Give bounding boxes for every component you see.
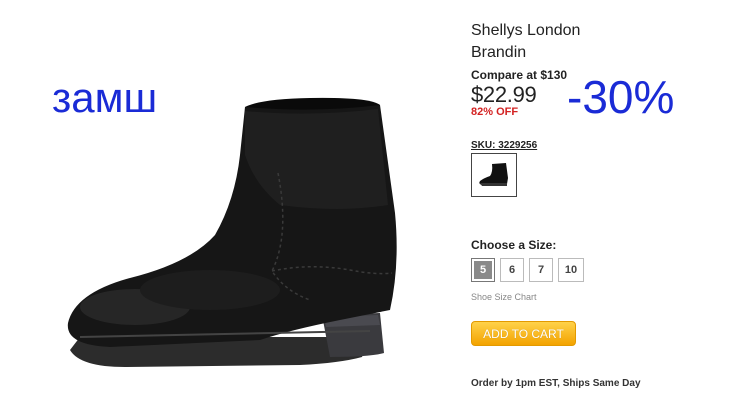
product-title: Shellys London Brandin — [471, 20, 641, 64]
discount-overlay-label: -30% — [567, 71, 675, 123]
size-heading: Choose a Size: — [471, 238, 557, 252]
product-image — [40, 95, 440, 395]
size-chart-link[interactable]: Shoe Size Chart — [471, 292, 537, 302]
product-model: Brandin — [471, 44, 527, 61]
size-option-10[interactable]: 10 — [558, 258, 584, 282]
percent-off-badge: 82% OFF — [471, 106, 519, 118]
size-option-5[interactable]: 5 — [471, 258, 495, 282]
boot-illustration — [67, 97, 397, 367]
sku-label: SKU: 3229256 — [471, 140, 538, 151]
size-option-7[interactable]: 7 — [529, 258, 553, 282]
compare-price: Compare at $130 — [471, 68, 568, 82]
size-option-6[interactable]: 6 — [500, 258, 524, 282]
add-to-cart-button[interactable]: ADD TO CART — [471, 321, 576, 346]
product-brand: Shellys London — [471, 22, 581, 39]
sale-price: $22.99 — [471, 82, 537, 107]
color-swatch[interactable] — [471, 153, 517, 197]
boot-thumbnail-icon — [479, 163, 508, 186]
size-options: 5 6 7 10 — [471, 258, 584, 282]
shipping-note: Order by 1pm EST, Ships Same Day — [471, 378, 641, 389]
